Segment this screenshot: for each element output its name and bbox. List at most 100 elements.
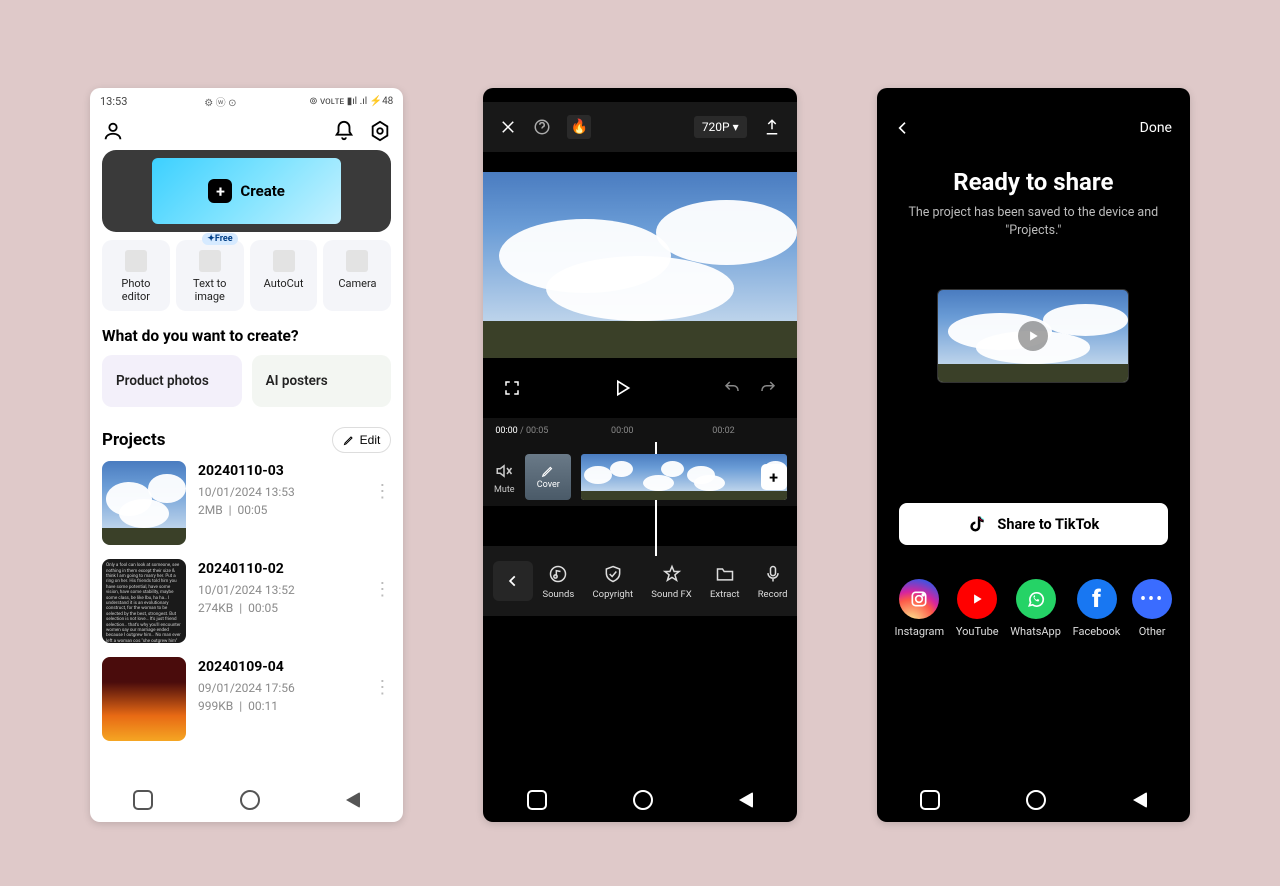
add-clip-button[interactable]: + — [761, 464, 787, 490]
help-icon[interactable] — [533, 118, 551, 136]
toolbar-back-button[interactable] — [493, 561, 533, 601]
cat-product-photos[interactable]: Product photos — [102, 355, 242, 407]
create-card[interactable]: + Create — [102, 150, 391, 232]
free-badge: ✦Free — [202, 233, 237, 245]
status-bar: 13:53 ⚙ ⓦ ⊙ ⊚ ᴠᴏʟᴛᴇ ▮ıl .ıl ⚡48 — [90, 88, 403, 114]
nav-recent-icon[interactable] — [527, 790, 547, 810]
project-row[interactable]: Only a fool can look at someone, see not… — [102, 559, 391, 643]
resolution-dropdown[interactable]: 720P▾ — [694, 116, 747, 138]
tool-text-to-image[interactable]: ✦FreeText to image — [176, 240, 244, 311]
share-youtube[interactable]: YouTube — [956, 579, 999, 638]
editor-header: 🔥 720P▾ — [483, 102, 796, 152]
time-ruler: 00:00 / 00:05 00:00 00:02 — [483, 426, 796, 442]
pencil-icon — [541, 464, 555, 478]
tool-record[interactable]: Record — [758, 563, 788, 600]
tool-sounds[interactable]: Sounds — [542, 563, 574, 600]
more-icon[interactable]: ⋮ — [373, 461, 391, 502]
android-navbar — [483, 778, 796, 822]
nav-back-icon[interactable] — [1133, 792, 1147, 808]
whatsapp-icon — [1016, 579, 1056, 619]
status-time: 13:53 — [100, 95, 127, 108]
share-whatsapp[interactable]: WhatsApp — [1010, 579, 1061, 638]
project-name: 20240110-03 — [198, 463, 361, 479]
share-instagram[interactable]: Instagram — [895, 579, 945, 638]
category-row: Product photos AI posters — [102, 355, 391, 407]
android-navbar — [877, 778, 1190, 822]
share-title: Ready to share — [877, 168, 1190, 196]
more-icon[interactable]: ⋮ — [373, 657, 391, 698]
share-other[interactable]: •••Other — [1132, 579, 1172, 638]
instagram-icon — [899, 579, 939, 619]
share-tiktok-button[interactable]: Share to TikTok — [899, 503, 1168, 545]
project-thumb — [102, 461, 186, 545]
nav-back-icon[interactable] — [346, 792, 360, 808]
status-icons-right: ⊚ ᴠᴏʟᴛᴇ ▮ıl .ıl ⚡48 — [309, 96, 393, 107]
status-icons-left: ⚙ ⓦ ⊙ — [204, 94, 236, 109]
project-name: 20240110-02 — [198, 561, 361, 577]
gear-icon[interactable] — [369, 120, 391, 142]
user-icon[interactable] — [102, 120, 124, 142]
star-icon — [662, 564, 682, 584]
music-note-icon — [548, 564, 568, 584]
nav-home-icon[interactable] — [1026, 790, 1046, 810]
edit-projects-button[interactable]: Edit — [332, 427, 392, 453]
clip-track[interactable] — [581, 454, 786, 500]
folder-icon — [715, 564, 735, 584]
create-button[interactable]: + Create — [208, 179, 284, 203]
plus-icon: + — [208, 179, 232, 203]
projects-heading: Projects — [102, 430, 165, 450]
tool-autocut[interactable]: AutoCut — [250, 240, 318, 311]
tool-camera[interactable]: Camera — [323, 240, 391, 311]
project-row[interactable]: 20240109-04 09/01/2024 17:56 999KB | 00:… — [102, 657, 391, 741]
done-button[interactable]: Done — [1140, 120, 1172, 136]
mute-icon — [495, 462, 513, 480]
timeline[interactable]: 00:00 / 00:05 00:00 00:02 Mute Cover + — [483, 418, 796, 506]
mic-icon — [763, 564, 783, 584]
project-date: 10/01/2024 13:52 — [198, 583, 361, 597]
bell-icon[interactable] — [333, 120, 355, 142]
video-preview[interactable] — [483, 172, 796, 358]
project-date: 10/01/2024 13:53 — [198, 485, 361, 499]
project-thumb: Only a fool can look at someone, see not… — [102, 559, 186, 643]
nav-home-icon[interactable] — [240, 790, 260, 810]
undo-icon[interactable] — [723, 379, 741, 397]
share-socials: Instagram YouTube WhatsApp fFacebook •••… — [877, 545, 1190, 638]
more-dots-icon: ••• — [1132, 579, 1172, 619]
tool-extract[interactable]: Extract — [710, 563, 740, 600]
play-overlay-icon — [1018, 321, 1048, 351]
more-icon[interactable]: ⋮ — [373, 559, 391, 600]
export-icon[interactable] — [763, 118, 781, 136]
shared-video-thumb[interactable] — [937, 289, 1129, 383]
editor-toolbar: Sounds Copyright Sound FX Extract Record — [483, 546, 796, 616]
android-navbar — [90, 778, 403, 822]
nav-recent-icon[interactable] — [133, 790, 153, 810]
close-icon[interactable] — [499, 118, 517, 136]
nav-back-icon[interactable] — [739, 792, 753, 808]
pencil-icon — [343, 434, 355, 446]
fire-icon[interactable]: 🔥 — [567, 115, 591, 139]
create-label: Create — [240, 182, 284, 200]
tool-copyright[interactable]: Copyright — [592, 563, 633, 600]
project-date: 09/01/2024 17:56 — [198, 681, 361, 695]
project-thumb — [102, 657, 186, 741]
tool-soundfx[interactable]: Sound FX — [651, 563, 691, 600]
chevron-left-icon[interactable] — [895, 120, 911, 136]
facebook-icon: f — [1077, 579, 1117, 619]
youtube-icon — [957, 579, 997, 619]
play-icon[interactable] — [612, 378, 632, 398]
chevron-left-icon — [506, 574, 520, 588]
mute-button[interactable]: Mute — [493, 460, 515, 495]
player-controls — [483, 358, 796, 418]
nav-recent-icon[interactable] — [920, 790, 940, 810]
cat-ai-posters[interactable]: AI posters — [252, 355, 392, 407]
top-header — [90, 114, 403, 146]
shield-icon — [603, 564, 623, 584]
cover-button[interactable]: Cover — [525, 454, 571, 500]
nav-home-icon[interactable] — [633, 790, 653, 810]
share-facebook[interactable]: fFacebook — [1073, 579, 1121, 638]
project-row[interactable]: 20240110-03 10/01/2024 13:53 2MB | 00:05… — [102, 461, 391, 545]
fullscreen-icon[interactable] — [503, 379, 521, 397]
home-screen: 13:53 ⚙ ⓦ ⊙ ⊚ ᴠᴏʟᴛᴇ ▮ıl .ıl ⚡48 + Create… — [90, 88, 403, 822]
redo-icon[interactable] — [759, 379, 777, 397]
tool-photo-editor[interactable]: Photo editor — [102, 240, 170, 311]
